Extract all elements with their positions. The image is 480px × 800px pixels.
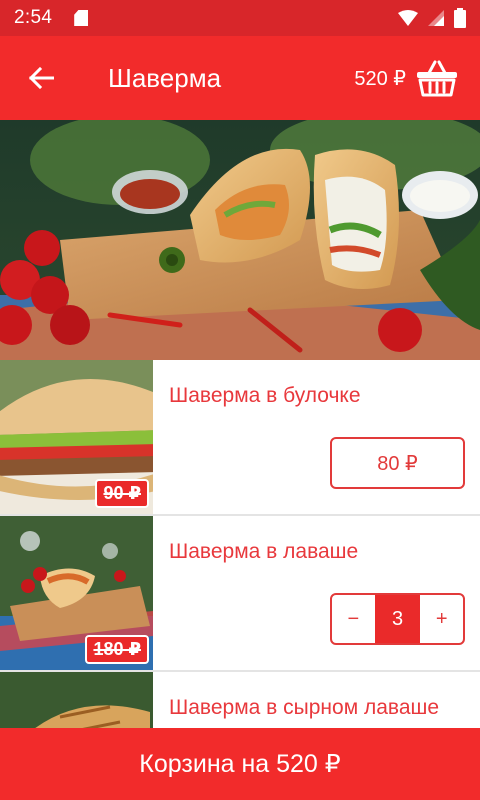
status-icons [398,8,466,28]
basket-icon [417,60,457,97]
signal-icon [428,10,444,26]
old-price-badge: 90 ₽ [95,479,149,508]
product-list[interactable]: 90 ₽ Шаверма в булочке 80 ₽ 180 ₽ Шаверм… [0,360,480,728]
list-item[interactable]: Шаверма в сырном лаваше [0,672,480,728]
status-time: 2:54 [14,7,53,28]
decrease-quantity-button[interactable]: − [332,595,375,643]
add-to-cart-button[interactable]: 80 ₽ [330,437,465,489]
item-name[interactable]: Шаверма в булочке [169,384,361,408]
item-name[interactable]: Шаверма в лаваше [169,540,358,564]
product-image: 90 ₽ [0,360,153,514]
app-bar: Шаверма 520 ₽ [0,36,480,120]
quantity-value: 3 [374,595,421,643]
cart-button[interactable]: 520 ₽ [354,59,480,97]
item-body: Шаверма в сырном лаваше [153,672,480,728]
product-image: 180 ₽ [0,516,153,670]
increase-quantity-button[interactable]: + [420,595,463,643]
hero-image [0,120,480,360]
quantity-stepper[interactable]: − 3 + [330,593,465,645]
back-button[interactable] [0,36,82,120]
cart-checkout-button[interactable]: Корзина на 520 ₽ [0,728,480,800]
wifi-icon [398,10,418,26]
sd-card-icon [74,10,89,26]
old-price-badge: 180 ₽ [85,635,149,664]
cart-total: 520 ₽ [354,67,406,90]
arrow-left-icon [28,67,54,89]
status-bar: 2:54 [0,0,480,36]
page-title: Шаверма [108,62,222,93]
list-item[interactable]: 90 ₽ Шаверма в булочке 80 ₽ [0,360,480,516]
product-image [0,672,153,728]
battery-icon [454,8,466,28]
list-item[interactable]: 180 ₽ Шаверма в лаваше − 3 + [0,516,480,672]
item-body: Шаверма в булочке 80 ₽ [153,360,480,514]
item-body: Шаверма в лаваше − 3 + [153,516,480,670]
item-name[interactable]: Шаверма в сырном лаваше [169,696,439,720]
